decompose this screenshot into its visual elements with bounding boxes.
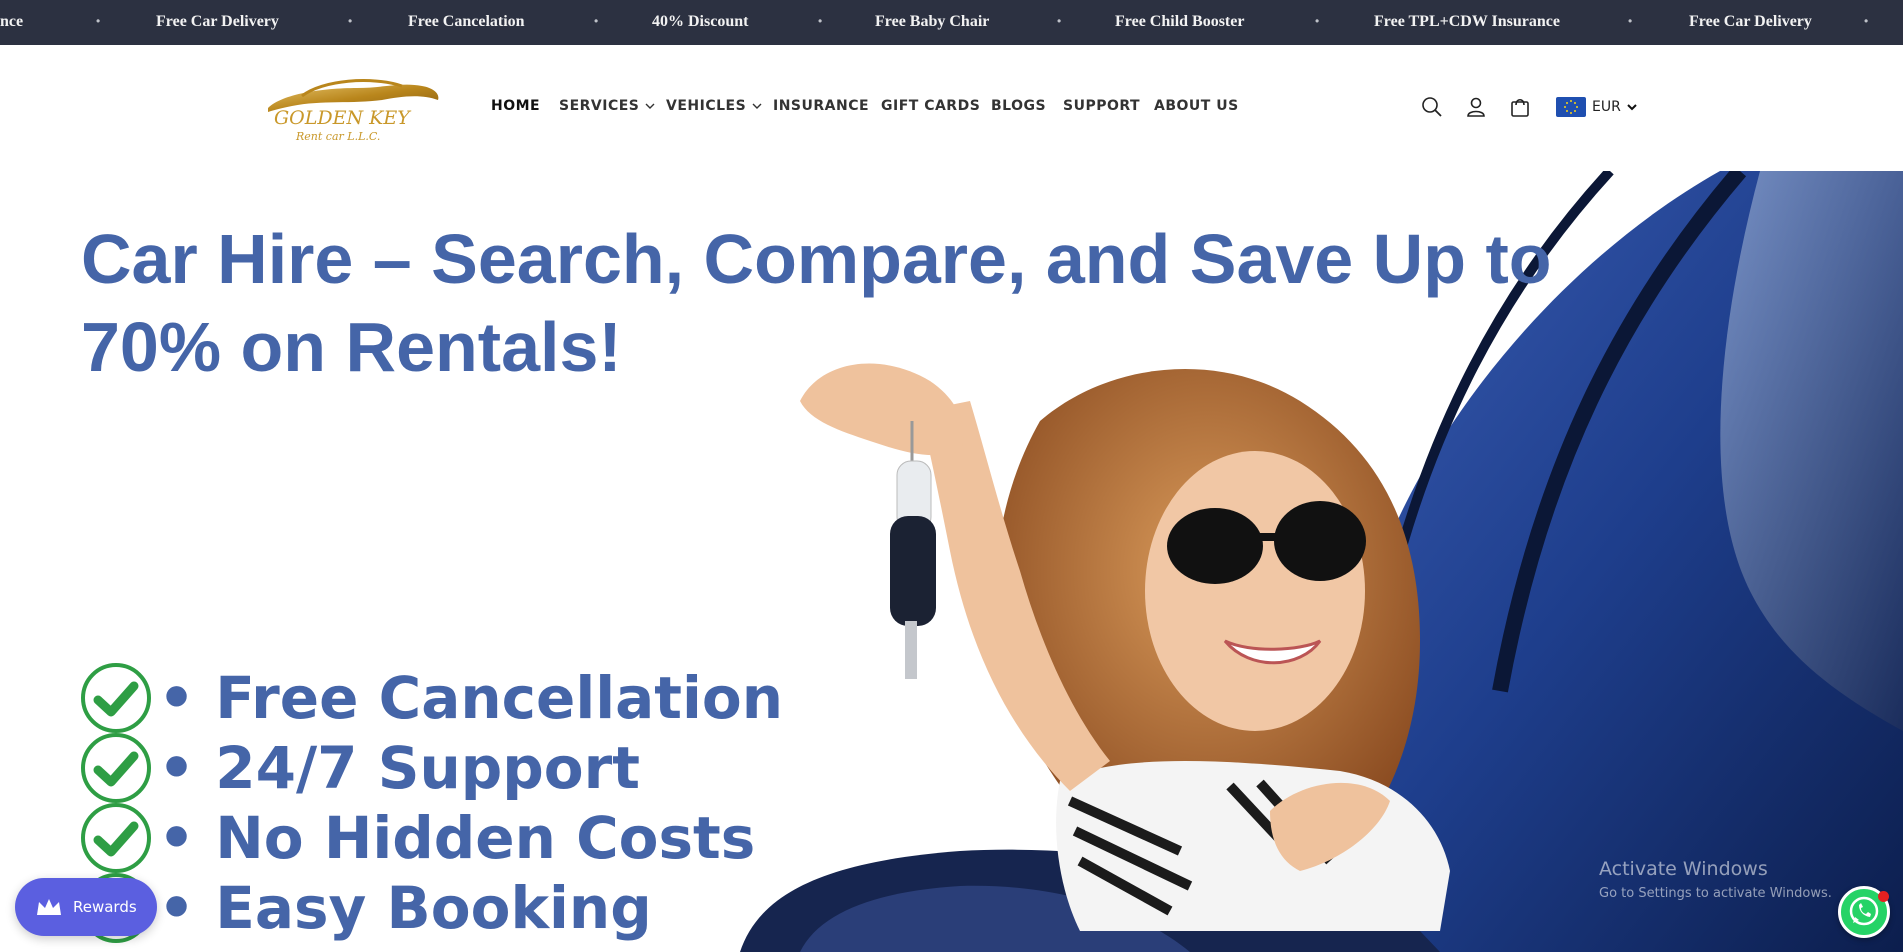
feature-item: • Easy Booking bbox=[80, 873, 652, 943]
currency-label: EUR bbox=[1592, 99, 1621, 115]
golden-key-logo[interactable]: GOLDEN KEY Rent car L.L.C. bbox=[262, 74, 442, 144]
activate-windows-watermark: Activate Windows Go to Settings to activ… bbox=[1599, 858, 1832, 901]
nav-about-us-label: ABOUT US bbox=[1154, 98, 1239, 114]
site-header: GOLDEN KEY Rent car L.L.C. HOME SERVICES… bbox=[0, 45, 1903, 171]
announcement-separator: • bbox=[1315, 14, 1320, 28]
nav-gift-cards-label: GIFT CARDS bbox=[881, 98, 981, 114]
announcement-separator: • bbox=[96, 14, 101, 28]
check-circle-icon bbox=[81, 663, 151, 733]
chevron-down-icon bbox=[1627, 104, 1637, 111]
nav-services[interactable]: SERVICES bbox=[559, 98, 655, 114]
search-icon[interactable] bbox=[1420, 95, 1444, 119]
announcement-item: Free Car Delivery bbox=[156, 13, 279, 30]
announcement-item: Free Cancelation bbox=[408, 13, 525, 30]
logo-sub-text: Rent car L.L.C. bbox=[295, 130, 380, 143]
logo-car-icon: GOLDEN KEY Rent car L.L.C. bbox=[268, 79, 439, 143]
feature-item: • Free Cancellation bbox=[80, 663, 783, 733]
whatsapp-chat-button[interactable] bbox=[1838, 886, 1890, 938]
nav-support[interactable]: SUPPORT bbox=[1063, 98, 1140, 114]
announcement-bar: nce • Free Car Delivery • Free Cancelati… bbox=[0, 0, 1903, 45]
nav-blogs[interactable]: BLOGS bbox=[991, 98, 1046, 114]
nav-insurance[interactable]: INSURANCE bbox=[773, 98, 869, 114]
check-circle-icon bbox=[81, 733, 151, 803]
feature-text: • Easy Booking bbox=[158, 874, 652, 942]
announcement-item: Free Baby Chair bbox=[875, 13, 990, 30]
feature-text: • 24/7 Support bbox=[158, 734, 640, 802]
announcement-item: Free Child Booster bbox=[1115, 13, 1245, 30]
announcement-item: 40% Discount bbox=[652, 13, 749, 30]
currency-selector[interactable]: EUR bbox=[1556, 95, 1637, 119]
announcement-item: nce bbox=[0, 13, 24, 30]
nav-vehicles[interactable]: VEHICLES bbox=[666, 98, 762, 114]
nav-support-label: SUPPORT bbox=[1063, 98, 1141, 114]
rewards-button[interactable]: Rewards bbox=[15, 878, 157, 936]
nav-services-label: SERVICES bbox=[559, 98, 640, 114]
announcement-item: Free Car Delivery bbox=[1689, 13, 1812, 30]
chevron-down-icon bbox=[645, 103, 655, 109]
announcement-separator: • bbox=[1057, 14, 1062, 28]
nav-home[interactable]: HOME bbox=[491, 98, 540, 114]
hero-title: Car Hire – Search, Compare, and Save Up … bbox=[81, 220, 1552, 386]
rewards-label: Rewards bbox=[73, 898, 137, 916]
feature-text: • No Hidden Costs bbox=[158, 804, 756, 872]
activate-title: Activate Windows bbox=[1599, 858, 1768, 880]
announcement-item: Free TPL+CDW Insurance bbox=[1374, 13, 1561, 30]
crown-icon bbox=[37, 899, 61, 915]
nav-gift-cards[interactable]: GIFT CARDS bbox=[881, 98, 980, 114]
hero-banner: Car Hire – Search, Compare, and Save Up … bbox=[0, 171, 1903, 952]
announcement-separator: • bbox=[818, 14, 823, 28]
notification-dot bbox=[1878, 891, 1889, 902]
logo-main-text: GOLDEN KEY bbox=[274, 107, 412, 129]
activate-subtitle: Go to Settings to activate Windows. bbox=[1599, 886, 1832, 901]
announcement-separator: • bbox=[594, 14, 599, 28]
nav-blogs-label: BLOGS bbox=[991, 98, 1047, 114]
feature-item: • No Hidden Costs bbox=[80, 803, 755, 873]
account-icon[interactable] bbox=[1464, 95, 1488, 119]
nav-insurance-label: INSURANCE bbox=[773, 98, 870, 114]
announcement-separator: • bbox=[348, 14, 353, 28]
eu-flag-icon bbox=[1556, 97, 1586, 117]
check-circle-icon bbox=[81, 803, 151, 873]
feature-item: • 24/7 Support bbox=[80, 733, 640, 803]
nav-home-label: HOME bbox=[491, 98, 541, 114]
chevron-down-icon bbox=[752, 103, 762, 109]
announcement-separator: • bbox=[1864, 14, 1869, 28]
announcement-separator: • bbox=[1628, 14, 1633, 28]
nav-about-us[interactable]: ABOUT US bbox=[1154, 98, 1239, 114]
cart-icon[interactable] bbox=[1508, 95, 1532, 119]
feature-text: • Free Cancellation bbox=[158, 664, 784, 732]
nav-vehicles-label: VEHICLES bbox=[666, 98, 747, 114]
